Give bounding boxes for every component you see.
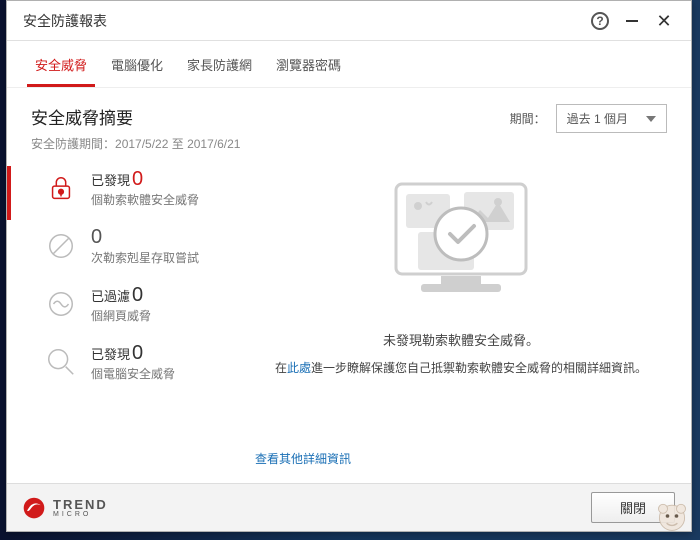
stat-count: 0: [132, 342, 143, 365]
period-selected: 過去 1 個月: [567, 110, 628, 127]
learn-more-link[interactable]: 此處: [287, 361, 311, 375]
period-select[interactable]: 過去 1 個月: [556, 104, 667, 133]
mascot-icon: [654, 498, 690, 534]
stat-web-threats[interactable]: 已過濾 0 個網頁威脅: [31, 284, 231, 324]
stats-column: 已發現0 個勒索軟體安全威脅 0 次勒索剋星存取嘗試: [31, 164, 231, 473]
close-icon: ✕: [656, 12, 671, 30]
stat-count: 0: [91, 226, 102, 249]
stat-ransomware-threats[interactable]: 已發現0 個勒索軟體安全威脅: [31, 168, 231, 208]
stat-pc-threats[interactable]: 已發現 0 個電腦安全威脅: [31, 342, 231, 382]
view-other-details-link[interactable]: 查看其他詳細資訊: [255, 450, 351, 467]
tab-pc-optimize[interactable]: 電腦優化: [103, 49, 171, 87]
window-title: 安全防護報表: [23, 11, 581, 31]
minimize-button[interactable]: [619, 8, 645, 34]
detail-sub-message: 在此處進一步瞭解保護您自己抵禦勒索軟體安全威脅的相關詳細資訊。: [275, 359, 647, 376]
tab-bar: 安全威脅 電腦優化 家長防護網 瀏覽器密碼: [7, 41, 691, 88]
lock-alert-icon: [43, 170, 79, 206]
protection-period: 安全防護期間：2017/5/22 至 2017/6/21: [31, 135, 510, 152]
detail-panel: 未發現勒索軟體安全威脅。 在此處進一步瞭解保護您自己抵禦勒索軟體安全威脅的相關詳…: [255, 164, 667, 473]
stat-ransom-buster-access[interactable]: 0 次勒索剋星存取嘗試: [31, 226, 231, 266]
brand-name-bottom: MICRO: [53, 511, 108, 518]
minimize-icon: [626, 20, 638, 22]
stat-desc: 個電腦安全威脅: [91, 365, 175, 382]
tab-security-threats[interactable]: 安全威脅: [27, 49, 95, 87]
wave-circle-icon: [43, 286, 79, 322]
summary-title: 安全威脅摘要: [31, 104, 510, 129]
period-label: 期間：: [510, 110, 546, 127]
trend-micro-logo-icon: [23, 497, 45, 519]
chevron-down-icon: [646, 116, 656, 122]
stat-count: 0: [132, 284, 143, 307]
window-close-button[interactable]: ✕: [651, 8, 677, 34]
tab-parental[interactable]: 家長防護網: [179, 49, 260, 87]
tab-browser-passwords[interactable]: 瀏覽器密碼: [268, 49, 349, 87]
help-icon: ?: [591, 12, 609, 30]
search-icon: [43, 344, 79, 380]
stat-desc: 個勒索軟體安全威脅: [91, 191, 199, 208]
stat-desc: 次勒索剋星存取嘗試: [91, 249, 199, 266]
stat-count: 0: [132, 168, 143, 191]
no-threat-illustration: [366, 164, 556, 314]
stat-desc: 個網頁威脅: [91, 307, 151, 324]
slash-circle-icon: [43, 228, 79, 264]
brand: TREND MICRO: [23, 497, 108, 519]
help-button[interactable]: ?: [587, 8, 613, 34]
detail-main-message: 未發現勒索軟體安全威脅。: [383, 330, 539, 349]
brand-name-top: TREND: [53, 498, 108, 511]
